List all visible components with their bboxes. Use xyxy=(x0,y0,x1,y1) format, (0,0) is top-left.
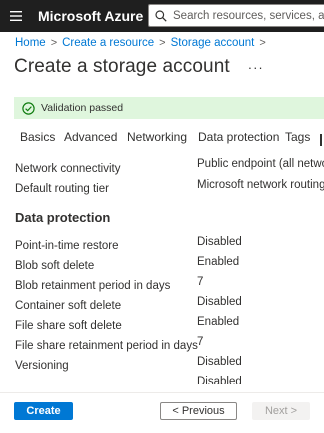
label-file-share-retainment-period: File share retainment period in days xyxy=(15,340,198,352)
value-point-in-time-restore: Disabled xyxy=(197,236,242,248)
tab-basics[interactable]: Basics xyxy=(20,130,55,144)
tab-tags[interactable]: Tags xyxy=(285,130,310,144)
value-blob-soft-delete: Enabled xyxy=(197,256,240,268)
hamburger-menu-icon[interactable] xyxy=(0,0,32,32)
tab-advanced[interactable]: Advanced xyxy=(64,130,117,144)
label-blob-soft-delete: Blob soft delete xyxy=(15,260,95,272)
title-row: Create a storage account ··· xyxy=(14,56,264,78)
breadcrumb-home[interactable]: Home xyxy=(15,37,46,49)
label-blob-retainment-period: Blob retainment period in days xyxy=(15,280,171,292)
search-icon xyxy=(155,9,167,22)
global-search[interactable] xyxy=(148,4,324,27)
chevron-right-icon: > xyxy=(50,37,58,49)
value-file-share-soft-delete: Enabled xyxy=(197,316,240,328)
label-point-in-time-restore: Point-in-time restore xyxy=(15,240,119,252)
value-default-routing-tier: Microsoft network routing xyxy=(197,179,324,191)
value-blob-retainment-period: 7 xyxy=(197,276,204,288)
tab-overflow-edge xyxy=(320,134,322,146)
tab-bar: Basics Advanced Networking Data protecti… xyxy=(0,130,324,152)
breadcrumb: Home > Create a resource > Storage accou… xyxy=(15,37,271,49)
value-versioning: Disabled xyxy=(197,356,242,368)
wizard-footer: Create < Previous Next > xyxy=(0,392,324,433)
brand-title[interactable]: Microsoft Azure xyxy=(38,8,143,24)
value-file-share-retainment-period: 7 xyxy=(197,336,204,348)
more-options-icon[interactable]: ··· xyxy=(248,61,264,74)
check-circle-icon xyxy=(22,101,35,115)
breadcrumb-create-resource[interactable]: Create a resource xyxy=(62,37,154,49)
value-container-soft-delete: Disabled xyxy=(197,296,242,308)
review-summary[interactable]: Network connectivity Public endpoint (al… xyxy=(0,156,324,384)
label-container-soft-delete: Container soft delete xyxy=(15,300,122,312)
chevron-right-icon: > xyxy=(259,37,266,49)
search-input[interactable] xyxy=(173,9,324,22)
value-next-row-cut-off: Disabled xyxy=(197,376,242,384)
page-title: Create a storage account xyxy=(14,56,230,77)
create-button[interactable]: Create xyxy=(14,402,73,420)
validation-text: Validation passed xyxy=(41,102,124,114)
value-network-connectivity: Public endpoint (all networks) xyxy=(197,158,324,170)
azure-top-bar: Microsoft Azure xyxy=(0,0,324,32)
validation-banner: Validation passed xyxy=(14,97,324,119)
breadcrumb-storage-account[interactable]: Storage account xyxy=(171,37,255,49)
tab-data-protection[interactable]: Data protection xyxy=(198,130,279,144)
tab-networking[interactable]: Networking xyxy=(127,130,187,144)
next-button: Next > xyxy=(252,402,310,420)
label-file-share-soft-delete: File share soft delete xyxy=(15,320,122,332)
previous-button[interactable]: < Previous xyxy=(160,402,237,420)
label-versioning: Versioning xyxy=(15,360,69,372)
label-network-connectivity: Network connectivity xyxy=(15,163,121,175)
section-title-data-protection: Data protection xyxy=(15,210,111,225)
label-default-routing-tier: Default routing tier xyxy=(15,183,109,195)
chevron-right-icon: > xyxy=(159,37,166,49)
